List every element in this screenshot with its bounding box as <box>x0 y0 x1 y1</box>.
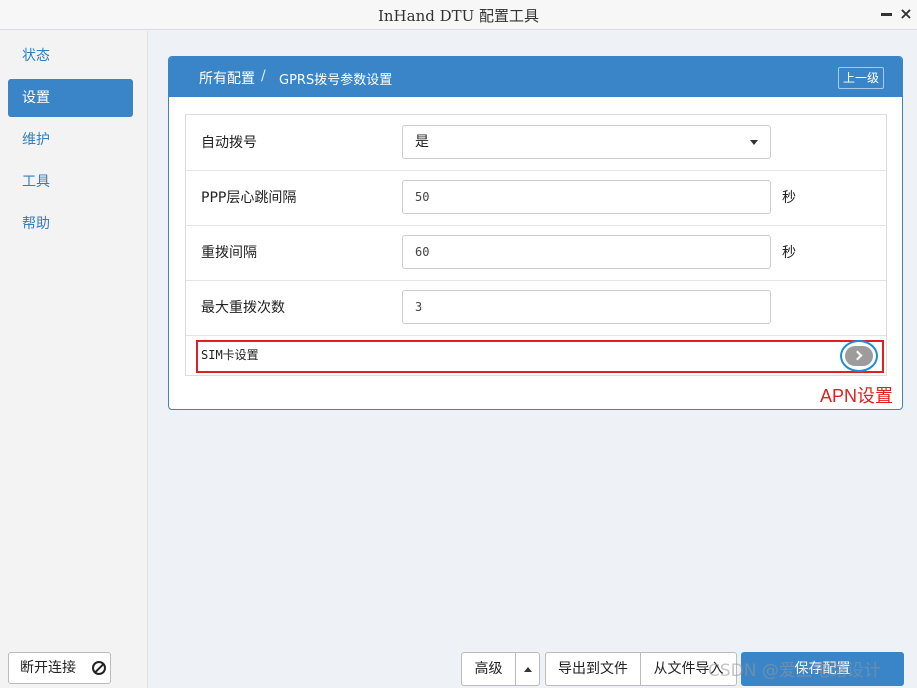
ppp-heartbeat-unit: 秒 <box>782 190 796 206</box>
row-divider <box>186 280 886 281</box>
apn-annotation-label: APN设置 <box>820 386 894 406</box>
ban-icon <box>92 661 106 675</box>
caret-down-icon <box>750 140 758 145</box>
sidebar: 状态 设置 维护 工具 帮助 <box>0 31 148 688</box>
redial-interval-input[interactable]: 60 <box>402 235 771 269</box>
ppp-heartbeat-input[interactable]: 50 <box>402 180 771 214</box>
window-titlebar: InHand DTU 配置工具 × <box>0 0 917 30</box>
sidebar-item-help[interactable]: 帮助 <box>8 205 133 243</box>
max-redial-input[interactable]: 3 <box>402 290 771 324</box>
sidebar-item-tools[interactable]: 工具 <box>8 163 133 201</box>
sidebar-item-maintenance[interactable]: 维护 <box>8 121 133 159</box>
sidebar-item-settings[interactable]: 设置 <box>8 79 133 117</box>
annotation-ring <box>840 340 878 372</box>
row-divider <box>186 335 886 336</box>
breadcrumb-separator: / <box>261 68 266 84</box>
breadcrumb-current: GPRS拨号参数设置 <box>279 73 393 88</box>
disconnect-button[interactable]: 断开连接 <box>8 652 111 684</box>
window-title: InHand DTU 配置工具 <box>377 7 540 25</box>
settings-panel: 所有配置 / GPRS拨号参数设置 上一级 自动拨号 是 PPP层心跳间隔 50… <box>168 56 903 410</box>
caret-up-icon <box>524 667 532 672</box>
sim-row-highlight[interactable] <box>196 340 884 373</box>
sidebar-item-status[interactable]: 状态 <box>8 37 133 75</box>
disconnect-label: 断开连接 <box>20 660 76 676</box>
export-to-file-button[interactable]: 导出到文件 <box>545 652 641 686</box>
redial-interval-label: 重拨间隔 <box>201 245 257 261</box>
panel-header: 所有配置 / GPRS拨号参数设置 上一级 <box>169 57 902 97</box>
ppp-heartbeat-label: PPP层心跳间隔 <box>201 190 297 206</box>
max-redial-label: 最大重拨次数 <box>201 300 285 316</box>
advanced-button[interactable]: 高级 <box>461 652 516 686</box>
auto-dial-label: 自动拨号 <box>201 135 257 151</box>
form-box: 自动拨号 是 PPP层心跳间隔 50 秒 重拨间隔 60 秒 最大重拨次数 3 … <box>185 114 887 376</box>
redial-interval-unit: 秒 <box>782 245 796 261</box>
minimize-icon[interactable] <box>880 7 894 21</box>
row-divider <box>186 170 886 171</box>
breadcrumb-home[interactable]: 所有配置 <box>199 68 255 88</box>
close-icon[interactable]: × <box>898 4 914 24</box>
watermark: CSDN @爱上电路设计 <box>708 661 881 681</box>
auto-dial-value: 是 <box>415 134 429 150</box>
auto-dial-select[interactable]: 是 <box>402 125 771 159</box>
row-divider <box>186 225 886 226</box>
up-level-button[interactable]: 上一级 <box>838 67 884 89</box>
advanced-dropdown-button[interactable] <box>515 652 540 686</box>
